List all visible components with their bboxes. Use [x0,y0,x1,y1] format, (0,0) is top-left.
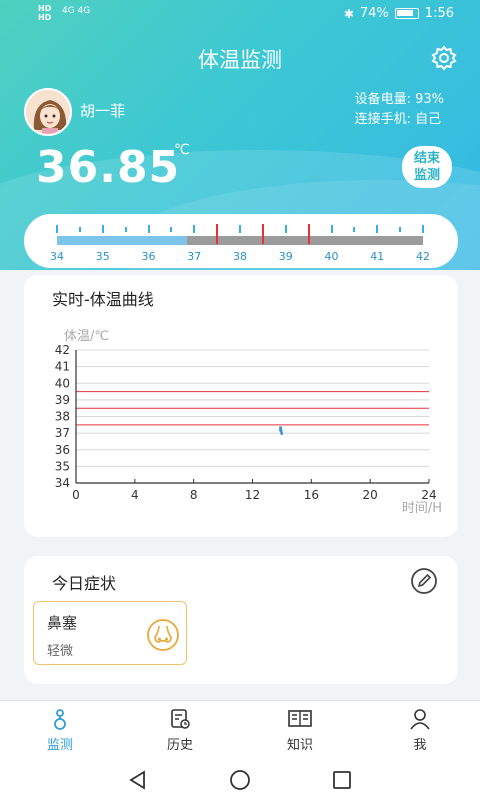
scale-threshold-mark [307,224,310,244]
nav-label-monitor: 监测 [46,738,73,753]
scale-tick [56,225,58,233]
scale-label: 42 [416,250,430,263]
chart-series-line [279,426,284,436]
scale-tick [193,225,196,233]
chart-x-tick-label: 12 [245,488,260,502]
temperature-unit: ℃ [174,142,190,158]
nav-item-history[interactable]: 历史 [150,708,210,753]
chart-title: 实时-体温曲线 [52,290,154,309]
scale-tick [239,225,241,233]
scale-tick [284,225,287,233]
chart-y-tick-label: 38 [55,410,70,424]
chart-x-tick-label: 16 [304,488,319,502]
scale-label: 38 [233,250,247,263]
scale-minor-tick [78,227,81,232]
system-navigation-bar [0,758,480,800]
scale-minor-tick [170,227,173,232]
chart-y-tick-label: 34 [55,476,70,490]
person-icon [410,709,430,730]
chart-x-axis-label: 时间/H [402,501,442,516]
end-button-line2: 监测 [413,168,440,183]
chart-x-tick-label: 20 [363,488,378,502]
back-icon[interactable] [128,770,148,790]
scale-tick [376,225,379,233]
scale-label: 35 [95,250,110,263]
symptom-name: 鼻塞 [47,614,78,632]
scale-threshold-mark [216,224,219,244]
scale-label: 36 [141,250,156,263]
temperature-chart: 体温/℃ 34 35 36 37 38 39 40 41 42 0 4 8 12 16 20 24时间/H [55,329,442,516]
scale-threshold-mark [261,224,264,244]
nav-label-me: 我 [413,738,427,753]
scale-label: 34 [50,250,64,263]
nav-item-me[interactable]: 我 [390,708,450,753]
nav-label-history: 历史 [166,738,193,753]
signal-indicator: 4G 4G [62,6,91,16]
nav-item-monitor[interactable]: 监测 [30,708,90,753]
chart-y-tick-label: 42 [55,343,70,357]
end-button-line1: 结束 [413,151,440,166]
chart-y-tick-label: 40 [55,376,70,390]
symptoms-title: 今日症状 [52,574,117,593]
chart-y-tick-label: 41 [55,360,70,374]
chart-y-axis-label: 体温/℃ [64,329,109,344]
symptom-level: 轻微 [47,644,74,659]
battery-percent: 74% [359,6,389,21]
chart-x-tick-label: 0 [72,488,80,502]
scale-minor-tick [353,227,356,232]
scale-label: 39 [278,250,293,263]
chart-x-tick-label: 24 [421,488,436,502]
scale-tick [330,225,333,233]
recent-apps-icon[interactable] [332,770,352,790]
book-icon [288,710,312,727]
chart-y-tick-label: 39 [55,393,70,407]
device-battery: 设备电量: 93% [354,92,444,107]
avatar[interactable] [24,88,72,136]
scale-tick [147,225,150,233]
edit-icon[interactable] [410,567,438,595]
clock: 1:56 [424,6,454,21]
scale-fill [57,236,188,245]
end-monitoring-button[interactable]: 结束 监测 [402,146,452,188]
scale-minor-tick [124,227,127,232]
status-right: ✱ 74% 1:56 [344,6,454,21]
chart-y-tick-label: 37 [55,426,70,440]
nose-icon [147,619,179,651]
current-temperature: 36.85 [36,142,181,193]
scale-label: 37 [187,250,202,263]
user-name: 胡一菲 [80,102,126,120]
connected-phone: 连接手机: 自己 [354,112,442,127]
chart-x-tick-label: 8 [190,488,198,502]
scale-tick [101,225,104,233]
scale-tick [422,225,424,233]
scale-label: 41 [370,250,385,263]
home-icon[interactable] [229,769,251,791]
scale-label: 40 [324,250,339,263]
gear-icon[interactable] [430,44,458,72]
hd-indicator: HD HD [38,4,52,22]
nav-item-knowledge[interactable]: 知识 [270,708,330,753]
scale-minor-tick [399,227,402,232]
nav-label-knowledge: 知识 [286,738,313,753]
thermometer-icon [54,709,66,730]
chart-x-tick-label: 4 [131,488,139,502]
battery-icon [394,8,419,19]
history-icon [171,709,190,729]
device-info: 设备电量: 93% 连接手机: 自己 [355,90,444,130]
page-title: 体温监测 [198,48,282,72]
chart-y-tick-label: 35 [55,459,70,473]
bluetooth-icon: ✱ [343,6,354,21]
status-bar: HD HD 4G 4G ✱ 74% 1:56 [0,0,480,28]
chart-y-tick-label: 36 [55,443,70,457]
